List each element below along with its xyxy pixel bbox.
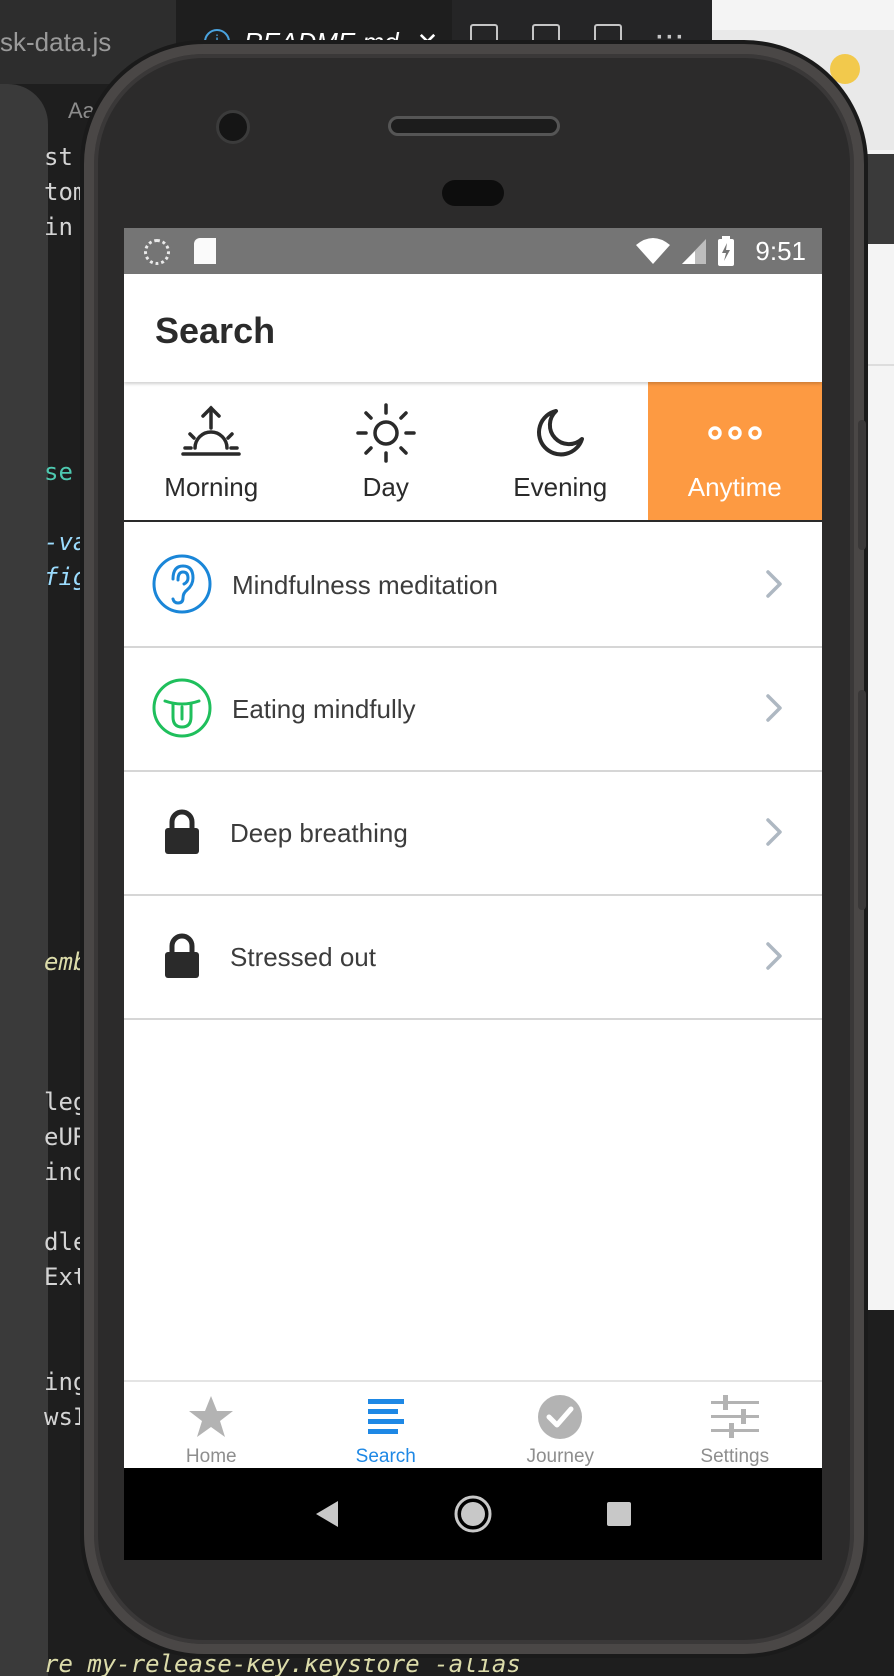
more-dots-icon bbox=[703, 404, 767, 462]
list-item-label: Eating mindfully bbox=[232, 694, 416, 724]
front-camera bbox=[216, 110, 250, 144]
sd-card-icon bbox=[194, 238, 216, 264]
match-case-toggle[interactable]: Aa bbox=[68, 98, 95, 124]
list-item-mindfulness-meditation[interactable]: Mindfulness meditation bbox=[124, 524, 822, 648]
moon-icon bbox=[528, 404, 592, 462]
home-circle-icon[interactable] bbox=[451, 1492, 495, 1536]
tongue-face-icon bbox=[151, 677, 213, 739]
signal-icon bbox=[682, 239, 707, 264]
ear-icon bbox=[151, 553, 213, 615]
exercise-list: Mindfulness meditation Eating mindfully bbox=[124, 524, 822, 1020]
chevron-right-icon bbox=[766, 818, 782, 846]
page-title: Search bbox=[155, 310, 276, 351]
time-tab-anytime[interactable]: Anytime bbox=[647, 382, 822, 520]
sunrise-icon bbox=[179, 404, 243, 462]
time-tab-evening[interactable]: Evening bbox=[473, 382, 648, 520]
desktop: sk-data.js i README.md ✕ ··· Aa st 1 toma… bbox=[0, 0, 894, 1676]
time-tab-morning[interactable]: Morning bbox=[124, 382, 299, 520]
list-item-stressed-out[interactable]: Stressed out bbox=[124, 896, 822, 1020]
sync-icon bbox=[144, 239, 170, 265]
sun-icon bbox=[354, 403, 418, 463]
tab-label: Home bbox=[185, 1446, 237, 1467]
status-bar: 9:51 bbox=[124, 228, 822, 274]
chevron-right-icon bbox=[766, 942, 782, 970]
volume-button bbox=[858, 690, 866, 910]
recents-icon[interactable] bbox=[597, 1492, 641, 1536]
proximity-sensor bbox=[442, 180, 504, 206]
list-item-deep-breathing[interactable]: Deep breathing bbox=[124, 772, 822, 896]
time-tab-day[interactable]: Day bbox=[299, 382, 474, 520]
time-tab-label: Day bbox=[362, 472, 409, 502]
earpiece-speaker bbox=[388, 116, 560, 136]
sliders-icon bbox=[710, 1394, 759, 1440]
tab-journey[interactable]: Journey bbox=[473, 1382, 648, 1468]
browser-theme-icon[interactable] bbox=[830, 54, 860, 84]
tab-settings[interactable]: Settings bbox=[648, 1382, 823, 1468]
tab-home[interactable]: Home bbox=[124, 1382, 299, 1468]
side-panel bbox=[0, 84, 48, 1676]
chevron-right-icon bbox=[766, 570, 782, 598]
phone-screen: 9:51 Search Morning Day Evening Anytime … bbox=[124, 228, 822, 1468]
list-item-label: Mindfulness meditation bbox=[232, 570, 498, 600]
time-tab-label: Morning bbox=[164, 472, 259, 502]
list-item-label: Deep breathing bbox=[230, 818, 408, 848]
lock-icon bbox=[151, 801, 213, 863]
battery-charging-icon bbox=[718, 236, 735, 266]
android-nav-bar bbox=[124, 1468, 822, 1560]
time-tab-label: Evening bbox=[513, 472, 608, 502]
time-filter-bar: Morning Day Evening Anytime bbox=[124, 382, 822, 522]
app-bar: Search bbox=[124, 274, 822, 382]
chevron-right-icon bbox=[766, 694, 782, 722]
time-tab-label: Anytime bbox=[687, 472, 782, 502]
editor-tab-label: sk-data.js bbox=[0, 26, 112, 57]
back-icon[interactable] bbox=[305, 1492, 349, 1536]
tab-label: Journey bbox=[526, 1446, 595, 1467]
list-item-eating-mindfully[interactable]: Eating mindfully bbox=[124, 648, 822, 772]
lock-icon bbox=[151, 925, 213, 987]
bottom-tab-bar: Home Search Journey Settings bbox=[124, 1380, 822, 1468]
tab-label: Search bbox=[355, 1446, 416, 1467]
power-button bbox=[858, 420, 866, 550]
tab-label: Settings bbox=[700, 1446, 770, 1467]
tab-search[interactable]: Search bbox=[299, 1382, 474, 1468]
check-circle-icon bbox=[536, 1394, 584, 1440]
list-lines-icon bbox=[362, 1394, 410, 1440]
list-item-label: Stressed out bbox=[230, 942, 376, 972]
star-icon bbox=[187, 1394, 235, 1440]
wifi-icon bbox=[636, 238, 671, 264]
clock: 9:51 bbox=[755, 235, 806, 266]
